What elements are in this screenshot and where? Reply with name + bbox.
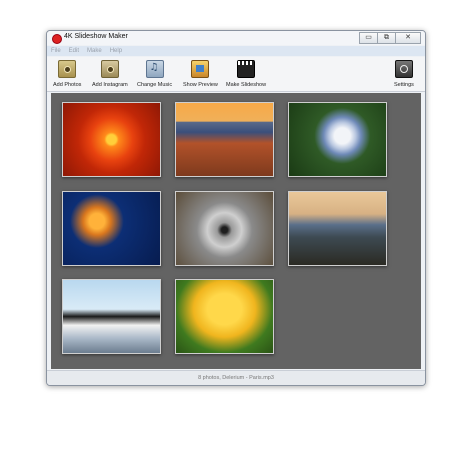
photo-grid xyxy=(51,93,421,369)
menu-help[interactable]: Help xyxy=(106,46,126,56)
settings-button[interactable]: Settings xyxy=(394,60,414,88)
status-bar: 8 photos, Delerium - Paris.mp3 xyxy=(47,370,425,385)
clapperboard-icon xyxy=(237,60,256,78)
preview-icon xyxy=(191,60,210,78)
photo-thumbnail-jellyfish[interactable] xyxy=(62,191,161,266)
change-music-button[interactable]: Change Music xyxy=(137,60,172,88)
add-instagram-button[interactable]: Add Instagram xyxy=(92,60,128,88)
photo-thumbnail-hydrangea[interactable] xyxy=(288,102,387,177)
add-photos-button[interactable]: Add Photos xyxy=(53,60,81,88)
show-preview-label: Show Preview xyxy=(183,82,218,88)
minimize-button[interactable]: ▭ xyxy=(359,32,378,44)
photo-thumbnail-desert[interactable] xyxy=(175,102,274,177)
photo-thumbnail-lighthouse[interactable] xyxy=(288,191,387,266)
window-title: 4K Slideshow Maker xyxy=(64,33,128,40)
window-controls: ▭ ⧉ ✕ xyxy=(359,32,421,44)
make-slideshow-label: Make Slideshow xyxy=(226,82,267,88)
toolbar: Add Photos Add Instagram Change Music Sh… xyxy=(47,57,425,92)
add-instagram-label: Add Instagram xyxy=(92,82,128,88)
close-button[interactable]: ✕ xyxy=(395,32,421,44)
photo-thumbnail-flower[interactable] xyxy=(62,102,161,177)
menu-file[interactable]: File xyxy=(47,46,65,56)
menu-edit[interactable]: Edit xyxy=(65,46,83,56)
maximize-button[interactable]: ⧉ xyxy=(377,32,396,44)
settings-label: Settings xyxy=(394,82,414,88)
change-music-label: Change Music xyxy=(137,82,173,88)
make-slideshow-button[interactable]: Make Slideshow xyxy=(226,60,266,88)
title-bar: 4K Slideshow Maker ▭ ⧉ ✕ xyxy=(47,31,425,45)
photo-camera-icon xyxy=(58,60,77,78)
app-logo-icon xyxy=(52,34,62,44)
settings-icon xyxy=(394,60,413,78)
instagram-icon xyxy=(100,60,119,78)
photo-thumbnail-koala[interactable] xyxy=(175,191,274,266)
show-preview-button[interactable]: Show Preview xyxy=(183,60,218,88)
photo-thumbnail-penguins[interactable] xyxy=(62,279,161,354)
photo-thumbnail-tulips[interactable] xyxy=(175,279,274,354)
add-photos-label: Add Photos xyxy=(53,82,82,88)
app-window: 4K Slideshow Maker ▭ ⧉ ✕ File Edit Make … xyxy=(46,30,426,386)
menu-bar: File Edit Make Help xyxy=(47,46,425,56)
music-note-icon xyxy=(145,60,164,78)
menu-make[interactable]: Make xyxy=(83,46,106,56)
